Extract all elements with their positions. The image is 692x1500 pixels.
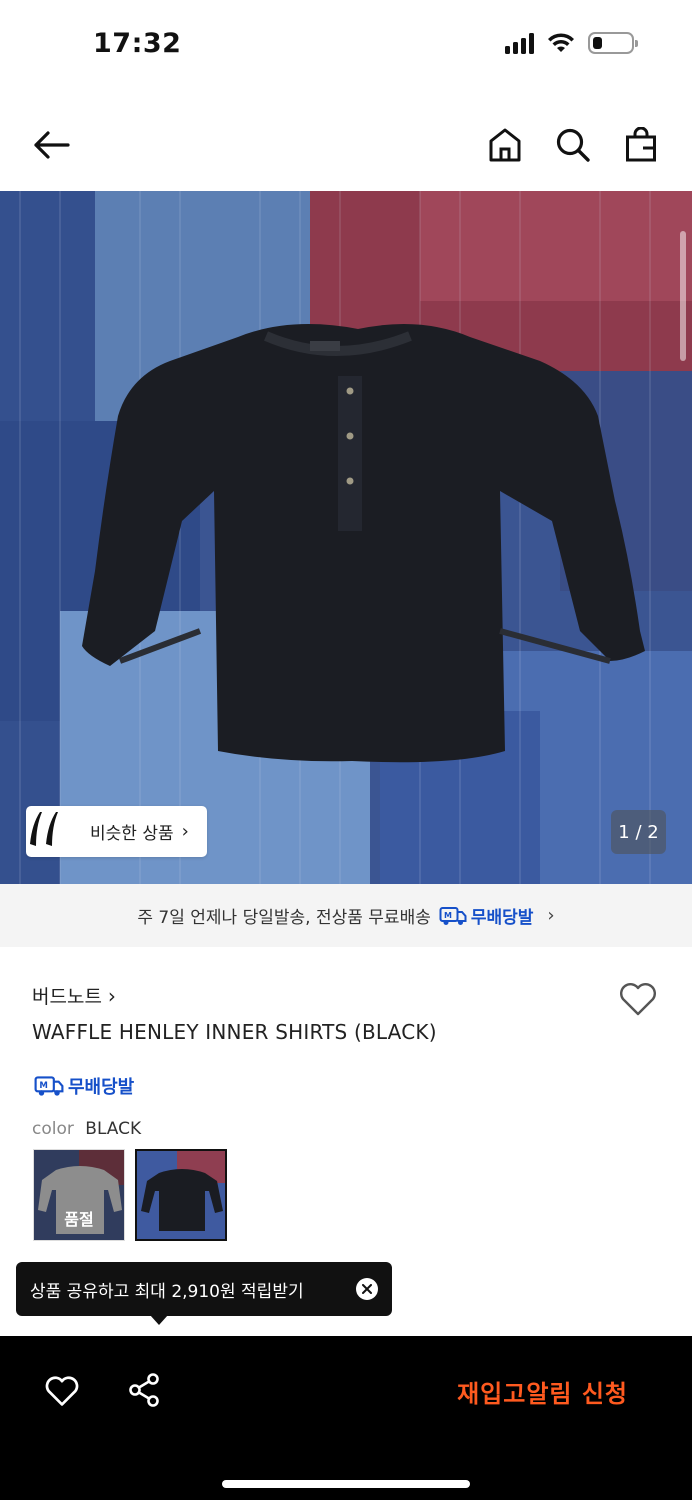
heart-icon [45, 1376, 79, 1406]
brand-name: 버드노트 [32, 986, 102, 1008]
cart-button[interactable] [618, 122, 664, 168]
arrow-left-icon [34, 131, 70, 159]
soldout-label: 품절 [64, 1210, 94, 1229]
similar-products-label: 비슷한 상품 [90, 824, 174, 844]
back-button[interactable] [28, 122, 74, 168]
color-value: BLACK [85, 1119, 142, 1139]
similar-thumbnail [30, 809, 78, 855]
status-icons [505, 32, 638, 54]
shipping-brand: M 무배당발 [439, 903, 534, 928]
bottom-action-bar: 재입고알림 신청 [0, 1336, 692, 1500]
chevron-right-icon: › [107, 983, 116, 1008]
svg-text:M: M [444, 911, 452, 920]
free-shipping-label: 무배당발 [68, 1077, 135, 1098]
chevron-right-icon: › [181, 821, 189, 842]
close-icon [362, 1284, 372, 1294]
shopping-bag-icon [626, 127, 656, 162]
svg-text:M: M [39, 1081, 48, 1091]
heart-icon [620, 983, 656, 1016]
share-button[interactable] [127, 1372, 161, 1408]
restock-alert-button[interactable]: 재입고알림 신청 [457, 1374, 628, 1409]
shipping-banner-text: 주 7일 언제나 당일발송, 전상품 무료배송 [137, 908, 431, 928]
product-photo [0, 191, 692, 884]
wifi-icon [548, 33, 574, 52]
home-button[interactable] [482, 122, 528, 168]
image-page-indicator: 1 / 2 [611, 810, 666, 854]
free-shipping-badge: M 무배당발 [34, 1073, 134, 1099]
color-label: color [32, 1119, 74, 1139]
status-time: 17:32 [93, 28, 182, 59]
product-image[interactable]: 비슷한 상품 › 1 / 2 [0, 191, 692, 884]
brand-link[interactable]: 버드노트 › [32, 982, 116, 1009]
home-icon [489, 128, 521, 162]
home-indicator [222, 1480, 470, 1488]
delivery-truck-icon: M [439, 906, 467, 925]
shipping-brand-label: 무배당발 [470, 908, 534, 928]
wishlist-button[interactable] [618, 980, 658, 1018]
battery-icon [588, 32, 638, 54]
battery-fill [593, 37, 602, 49]
shipping-banner[interactable]: 주 7일 언제나 당일발송, 전상품 무료배송 M 무배당발 › [0, 884, 692, 947]
delivery-truck-icon: M [34, 1076, 64, 1096]
cellular-signal-icon [505, 32, 534, 54]
color-row: color BLACK [32, 1119, 141, 1139]
color-swatch-black[interactable] [135, 1149, 227, 1241]
nav-actions [482, 122, 664, 168]
product-title: WAFFLE HENLEY INNER SHIRTS (BLACK) [32, 1020, 437, 1044]
share-reward-tooltip: 상품 공유하고 최대 2,910원 적립받기 [16, 1262, 392, 1325]
tooltip-text: 상품 공유하고 최대 2,910원 적립받기 [30, 1281, 304, 1302]
similar-products-button[interactable]: 비슷한 상품 › [26, 806, 207, 857]
status-bar: 17:32 [0, 0, 692, 96]
nav-bar [0, 100, 692, 190]
search-button[interactable] [550, 122, 596, 168]
color-swatch-soldout[interactable]: 품절 [33, 1149, 125, 1241]
share-icon [129, 1373, 159, 1407]
color-swatches: 품절 [33, 1149, 227, 1241]
chevron-right-icon: › [547, 905, 555, 926]
search-icon [556, 128, 590, 162]
bottom-wishlist-button[interactable] [44, 1374, 80, 1408]
tooltip-close-button[interactable] [356, 1278, 378, 1300]
